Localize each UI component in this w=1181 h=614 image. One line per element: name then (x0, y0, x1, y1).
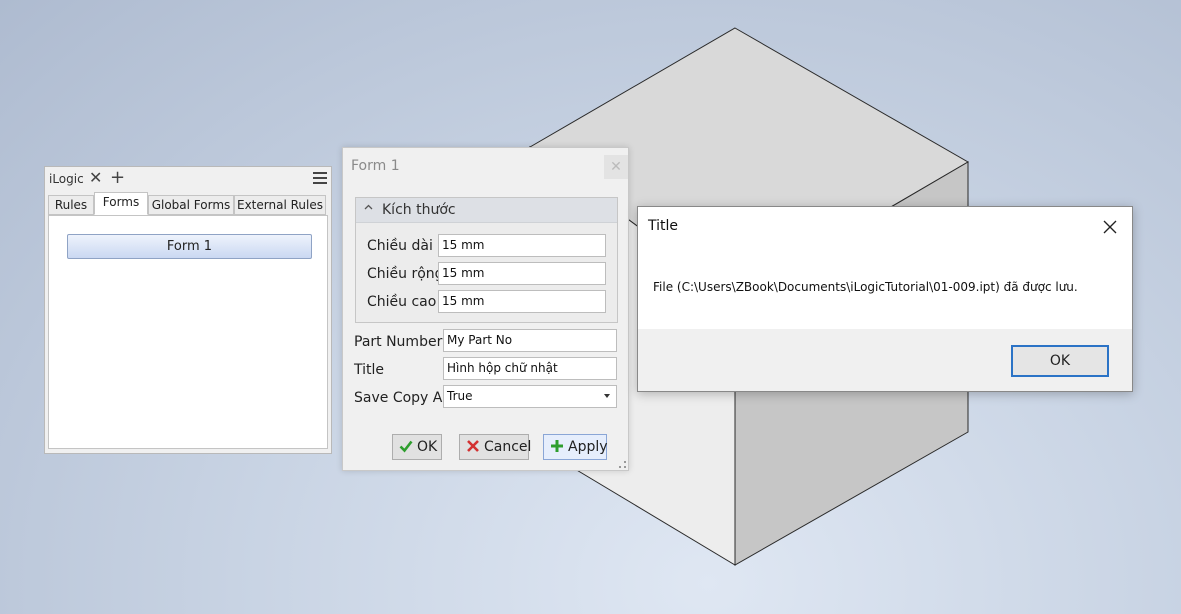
tab-forms[interactable]: Forms (94, 192, 148, 215)
close-icon[interactable]: ✕ (604, 155, 628, 179)
ok-button[interactable]: OK (392, 434, 442, 460)
close-icon[interactable] (1100, 217, 1120, 237)
apply-button[interactable]: Apply (543, 434, 608, 460)
close-icon[interactable]: ✕ (89, 168, 102, 187)
apply-label: Apply (568, 439, 608, 455)
tab-external-rules[interactable]: External Rules (234, 195, 326, 215)
cancel-button[interactable]: Cancel (459, 434, 532, 460)
cross-icon (466, 439, 480, 453)
part-number-field[interactable]: My Part No (443, 329, 617, 352)
height-label: Chiều cao (367, 294, 437, 310)
title-field[interactable]: Hình hộp chữ nhật (443, 357, 617, 380)
save-copy-as-value: True (447, 389, 473, 403)
hamburger-menu-icon[interactable] (313, 172, 327, 187)
length-field[interactable]: 15 mm (438, 234, 606, 257)
width-label: Chiều rộng (367, 266, 444, 282)
plus-icon (550, 439, 564, 453)
form-1-button[interactable]: Form 1 (67, 234, 312, 259)
message-box-title: Title (648, 218, 679, 234)
tab-rules[interactable]: Rules (48, 195, 94, 215)
length-label: Chiều dài (367, 238, 433, 254)
dimensions-group: Kích thước Chiều dài 15 mm Chiều rộng 15… (355, 197, 618, 323)
save-copy-as-label: Save Copy As (354, 390, 450, 406)
group-header[interactable]: Kích thước (356, 198, 617, 223)
height-field[interactable]: 15 mm (438, 290, 606, 313)
save-copy-as-select[interactable]: True (443, 385, 617, 408)
checkmark-icon (399, 439, 413, 453)
ok-label: OK (417, 439, 438, 455)
group-label: Kích thước (382, 202, 456, 218)
ok-button[interactable]: OK (1011, 345, 1109, 377)
ilogic-title: iLogic (49, 172, 84, 186)
chevron-up-icon (364, 202, 373, 215)
message-text: File (C:\Users\ZBook\Documents\iLogicTut… (653, 280, 1078, 294)
dropdown-arrow-icon (604, 394, 610, 398)
tab-global-forms[interactable]: Global Forms (148, 195, 234, 215)
ilogic-titlebar: iLogic ✕ + (45, 167, 331, 191)
add-tab-icon[interactable]: + (110, 167, 125, 188)
dialog-title: Form 1 (351, 158, 400, 174)
form-1-dialog: Form 1 ✕ Kích thước Chiều dài 15 mm Chiề… (342, 147, 629, 471)
message-box-footer: OK (638, 329, 1132, 391)
cancel-label: Cancel (484, 439, 532, 455)
part-number-label: Part Number (354, 334, 443, 350)
forms-tab-content: Form 1 (48, 215, 328, 449)
ilogic-panel: iLogic ✕ + Rules Forms Global Forms Exte… (44, 166, 332, 454)
resize-grip-icon[interactable] (619, 461, 626, 468)
message-box: Title File (C:\Users\ZBook\Documents\iLo… (637, 206, 1133, 392)
title-label: Title (354, 362, 385, 378)
width-field[interactable]: 15 mm (438, 262, 606, 285)
